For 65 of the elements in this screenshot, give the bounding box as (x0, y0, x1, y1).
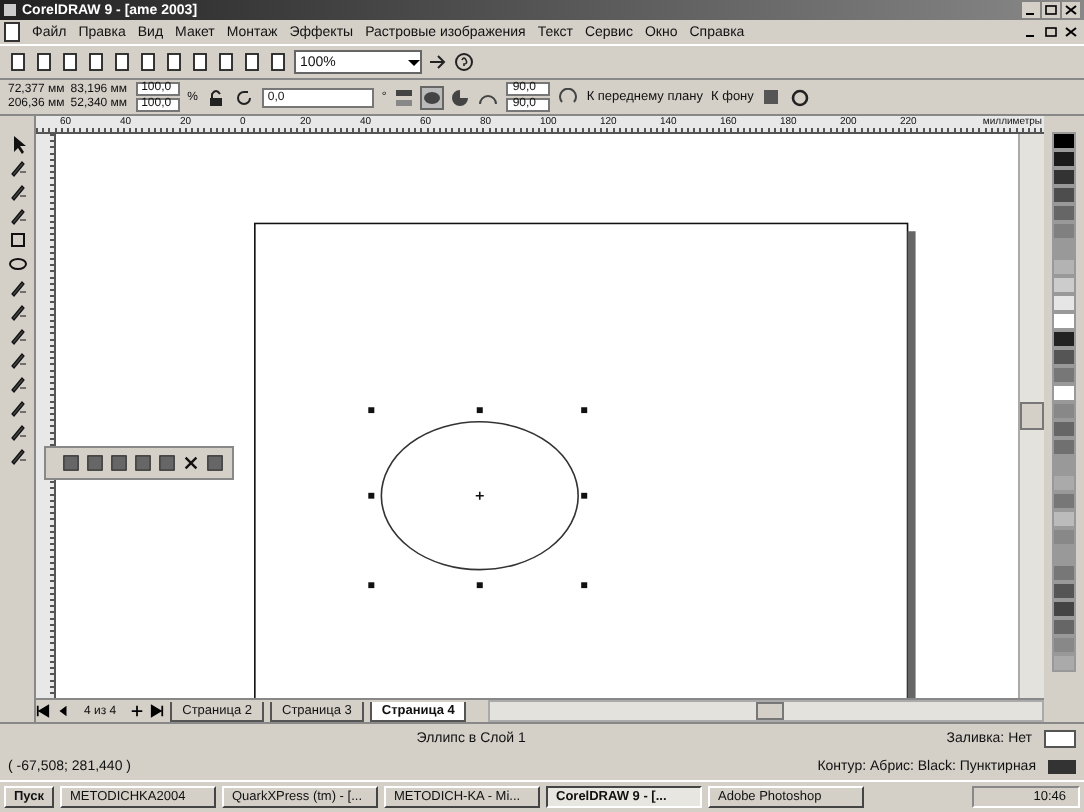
color-swatch[interactable] (1052, 276, 1076, 294)
tool-icon[interactable] (7, 158, 27, 178)
selection-handles[interactable] (368, 407, 588, 589)
no-fill-icon (1044, 730, 1076, 748)
color-swatch[interactable] (1052, 654, 1076, 672)
first-page-button[interactable] (36, 704, 50, 718)
color-swatch[interactable] (1052, 204, 1076, 222)
color-swatch[interactable] (1052, 348, 1076, 366)
ellipse-shape[interactable] (380, 421, 579, 571)
tool-icon[interactable] (7, 374, 27, 394)
color-swatch[interactable] (1052, 384, 1076, 402)
close-icon[interactable] (182, 454, 200, 472)
color-swatch[interactable] (1052, 168, 1076, 186)
color-swatch[interactable] (1052, 222, 1076, 240)
ellipse-icon[interactable] (422, 87, 443, 107)
color-swatch[interactable] (1052, 402, 1076, 420)
tool-icon[interactable] (7, 422, 27, 442)
tool-icon[interactable] (7, 446, 27, 466)
lock-icon[interactable] (205, 87, 226, 107)
color-swatch[interactable] (1052, 582, 1076, 600)
color-swatch[interactable] (1052, 492, 1076, 510)
pie-icon[interactable] (450, 87, 471, 107)
color-swatch[interactable] (1052, 528, 1076, 546)
tool-icon[interactable] (7, 182, 27, 202)
color-swatch[interactable] (1052, 438, 1076, 456)
close-button[interactable] (1062, 24, 1080, 40)
color-swatch[interactable] (1052, 258, 1076, 276)
color-swatch[interactable] (1052, 150, 1076, 168)
color-swatch[interactable] (1052, 600, 1076, 618)
color-swatch[interactable] (1052, 618, 1076, 636)
outline-icon[interactable] (789, 87, 810, 107)
rotate-icon (233, 87, 254, 107)
add-page-button[interactable] (130, 704, 145, 718)
tool-icon[interactable] (206, 454, 224, 472)
help-icon[interactable] (454, 52, 474, 72)
tool-icon[interactable] (7, 206, 27, 226)
tool-icon[interactable] (7, 398, 27, 418)
color-swatch[interactable] (1052, 564, 1076, 582)
horizontal-scrollbar[interactable] (488, 700, 1044, 722)
color-swatch[interactable] (1052, 330, 1076, 348)
color-swatch[interactable] (1052, 366, 1076, 384)
app-icon (4, 4, 16, 16)
color-swatch[interactable] (1052, 636, 1076, 654)
center-mark (474, 491, 485, 501)
tool-icon[interactable] (7, 326, 27, 346)
outline-swatch (1048, 760, 1076, 774)
minimize-button[interactable] (1022, 2, 1040, 18)
color-swatch[interactable] (1052, 294, 1076, 312)
tool-icon[interactable] (7, 302, 27, 322)
tool-icon[interactable] (7, 278, 27, 298)
launcher-icon[interactable] (428, 52, 448, 72)
color-swatch[interactable] (1052, 132, 1076, 150)
close-button[interactable] (1062, 2, 1080, 18)
color-swatch[interactable] (1052, 186, 1076, 204)
color-swatch[interactable] (1052, 240, 1076, 258)
color-swatch[interactable] (1052, 546, 1076, 564)
color-swatch[interactable] (1052, 474, 1076, 492)
previous-page-button[interactable] (56, 704, 70, 718)
last-page-button[interactable] (150, 704, 165, 718)
color-swatch[interactable] (1052, 312, 1076, 330)
color-swatch[interactable] (1052, 510, 1076, 528)
tool-icon[interactable] (7, 350, 27, 370)
color-swatch[interactable] (1052, 456, 1076, 474)
vertical-scrollbar[interactable] (1018, 134, 1044, 698)
color-swatch[interactable] (1052, 420, 1076, 438)
